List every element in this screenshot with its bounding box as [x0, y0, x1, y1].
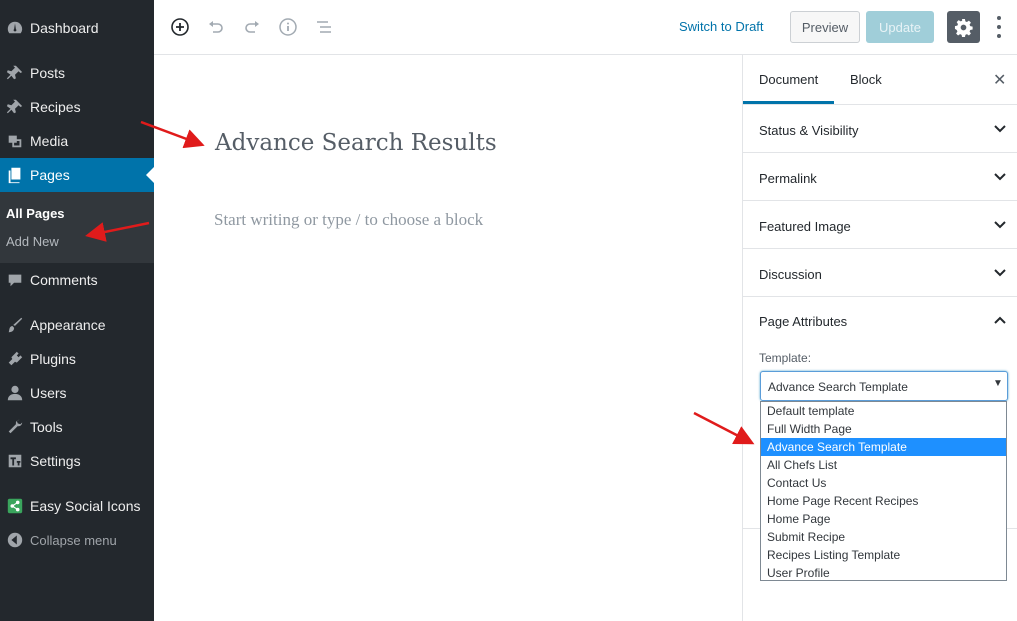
menu-item-posts[interactable]: Posts: [0, 56, 154, 90]
dashboard-icon: [0, 19, 30, 37]
settings-button[interactable]: [947, 11, 980, 43]
submenu-add-new[interactable]: Add New: [6, 234, 59, 249]
block-placeholder[interactable]: Start writing or type / to choose a bloc…: [214, 210, 483, 230]
template-option[interactable]: Default template: [761, 402, 1006, 420]
template-option[interactable]: Home Page: [761, 510, 1006, 528]
menu-item-pages[interactable]: Pages: [0, 158, 154, 192]
panel-tabs: Document Block ✕: [742, 55, 1017, 105]
plugin-icon: [0, 350, 30, 368]
menu-item-dashboard[interactable]: Dashboard: [0, 11, 154, 45]
comment-icon: [0, 271, 30, 289]
menu-item-label: Settings: [30, 453, 81, 469]
menu-item-label: Plugins: [30, 351, 76, 367]
menu-item-label: Dashboard: [30, 20, 99, 36]
tab-block[interactable]: Block: [850, 72, 882, 87]
outline-icon[interactable]: [313, 16, 335, 38]
menu-item-appearance[interactable]: Appearance: [0, 308, 154, 342]
admin-sidebar: Dashboard Posts Recipes Media Pages All …: [0, 0, 154, 621]
pin-icon: [0, 98, 30, 116]
share-icon: [0, 497, 30, 515]
pages-submenu: All Pages Add New: [0, 192, 154, 263]
settings-icon: [0, 452, 30, 470]
template-select-value: Advance Search Template: [768, 380, 908, 394]
template-option[interactable]: Full Width Page: [761, 420, 1006, 438]
menu-item-plugins[interactable]: Plugins: [0, 342, 154, 376]
section-title: Status & Visibility: [759, 123, 859, 138]
media-icon: [0, 132, 30, 150]
menu-item-recipes[interactable]: Recipes: [0, 90, 154, 124]
tab-document[interactable]: Document: [742, 72, 835, 104]
section-title: Featured Image: [759, 219, 851, 234]
preview-button[interactable]: Preview: [790, 11, 860, 43]
menu-item-label: Recipes: [30, 99, 81, 115]
template-label: Template:: [759, 351, 812, 365]
template-option[interactable]: User Profile: [761, 564, 1006, 582]
chevron-up-icon[interactable]: [993, 313, 1007, 327]
section-status-visibility[interactable]: Status & Visibility: [743, 105, 1017, 153]
menu-item-label: Pages: [30, 167, 70, 183]
collapse-menu-button[interactable]: Collapse menu: [0, 523, 154, 557]
brush-icon: [0, 316, 30, 334]
menu-item-label: Appearance: [30, 317, 106, 333]
template-dropdown-list: Default template Full Width Page Advance…: [760, 401, 1007, 581]
menu-item-label: Media: [30, 133, 69, 149]
template-option[interactable]: Home Page Recent Recipes: [761, 492, 1006, 510]
chevron-down-icon: [994, 221, 1006, 229]
chevron-down-icon: [994, 125, 1006, 133]
template-option[interactable]: Recipes Listing Template: [761, 546, 1006, 564]
template-option-selected[interactable]: Advance Search Template: [761, 438, 1006, 456]
section-title: Discussion: [759, 267, 822, 282]
more-options-icon[interactable]: [992, 14, 1006, 40]
menu-item-tools[interactable]: Tools: [0, 410, 154, 444]
menu-item-label: Comments: [30, 272, 98, 288]
add-block-icon[interactable]: [169, 16, 191, 38]
menu-item-label: Easy Social Icons: [30, 498, 141, 514]
section-title: Permalink: [759, 171, 817, 186]
menu-item-label: Posts: [30, 65, 66, 81]
chevron-down-icon: [994, 173, 1006, 181]
menu-item-label: Users: [30, 385, 67, 401]
page-title[interactable]: Advance Search Results: [215, 130, 497, 156]
chevron-down-icon: [994, 269, 1006, 277]
redo-icon[interactable]: [241, 16, 263, 38]
template-option[interactable]: All Chefs List: [761, 456, 1006, 474]
collapse-icon: [0, 531, 30, 549]
template-select[interactable]: Advance Search Template ▼: [760, 371, 1008, 401]
select-arrow-icon: ▼: [993, 378, 1003, 389]
section-discussion[interactable]: Discussion: [743, 249, 1017, 297]
close-icon[interactable]: ✕: [993, 70, 1006, 90]
section-permalink[interactable]: Permalink: [743, 153, 1017, 201]
wrench-icon: [0, 418, 30, 436]
update-button[interactable]: Update: [866, 11, 934, 43]
menu-item-settings[interactable]: Settings: [0, 444, 154, 478]
menu-item-media[interactable]: Media: [0, 124, 154, 158]
section-page-attributes[interactable]: Page Attributes: [759, 314, 847, 329]
menu-item-easy-social-icons[interactable]: Easy Social Icons: [0, 489, 154, 523]
editor-toolbar: Switch to Draft Preview Update: [154, 0, 1017, 55]
gear-icon: [954, 18, 973, 37]
menu-item-label: Collapse menu: [30, 532, 117, 548]
info-icon[interactable]: [277, 16, 299, 38]
submenu-all-pages[interactable]: All Pages: [6, 206, 65, 221]
menu-item-comments[interactable]: Comments: [0, 263, 154, 297]
menu-item-label: Tools: [30, 419, 63, 435]
section-featured-image[interactable]: Featured Image: [743, 201, 1017, 249]
switch-to-draft-link[interactable]: Switch to Draft: [679, 19, 764, 34]
undo-icon[interactable]: [205, 16, 227, 38]
template-option[interactable]: Submit Recipe: [761, 528, 1006, 546]
pages-icon: [0, 166, 30, 184]
menu-item-users[interactable]: Users: [0, 376, 154, 410]
template-option[interactable]: Contact Us: [761, 474, 1006, 492]
pin-icon: [0, 64, 30, 82]
user-icon: [0, 384, 30, 402]
